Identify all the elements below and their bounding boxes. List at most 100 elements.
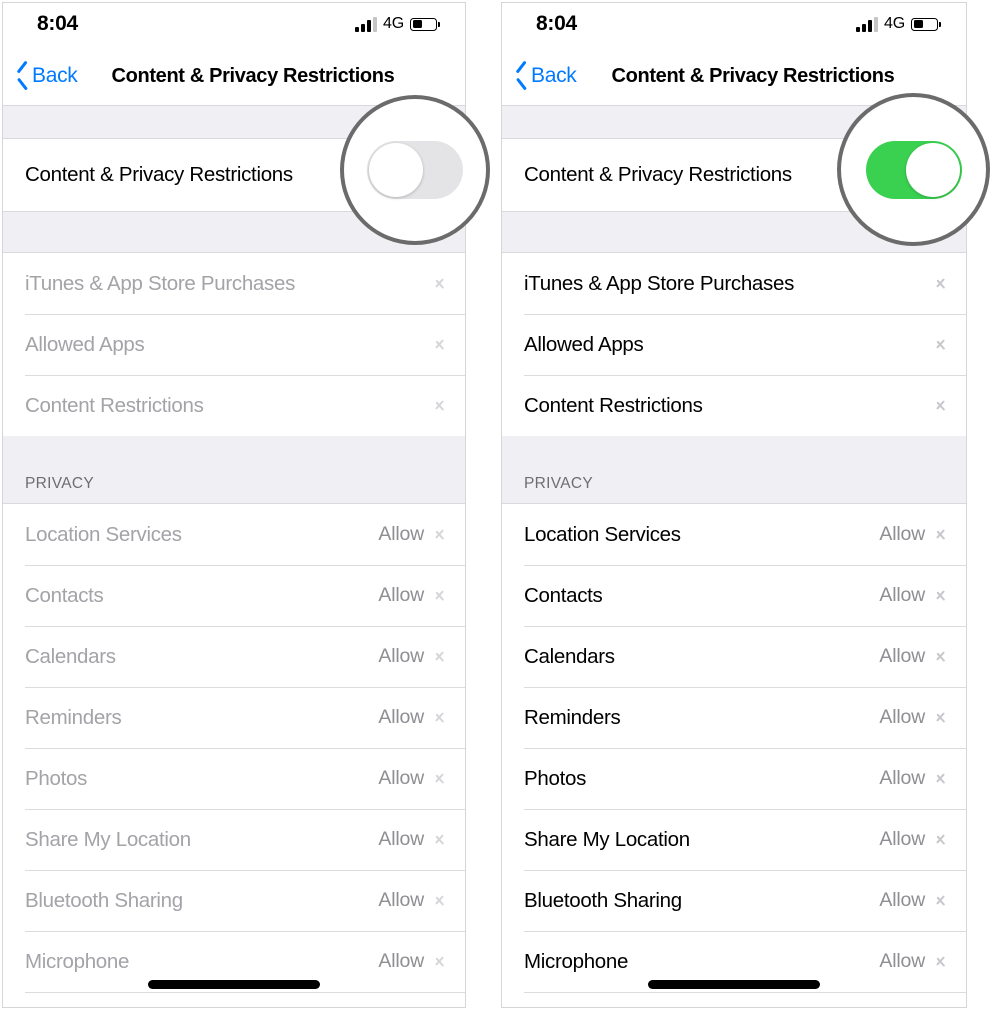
row-label: Content & Privacy Restrictions (25, 163, 293, 186)
magnified-toggle-on[interactable] (865, 140, 962, 199)
row-location-services[interactable]: Location Services Allow (3, 504, 465, 565)
row-reminders[interactable]: Reminders Allow (3, 687, 465, 748)
chevron-right-icon (937, 954, 946, 970)
status-indicators: 4G (856, 15, 941, 33)
row-content-restrictions[interactable]: Content Restrictions (502, 375, 966, 436)
row-label: Content Restrictions (25, 393, 204, 417)
row-value: Allow (378, 767, 424, 789)
row-reminders[interactable]: Reminders Allow (502, 687, 966, 748)
chevron-right-icon (436, 893, 445, 909)
row-label: Photos (524, 766, 587, 790)
row-label: Microphone (25, 949, 130, 973)
row-label: Bluetooth Sharing (524, 888, 682, 912)
row-location-services[interactable]: Location Services Allow (502, 504, 966, 565)
row-share-my-location[interactable]: Share My Location Allow (502, 809, 966, 870)
row-value: Allow (879, 889, 925, 911)
row-value: Allow (879, 950, 925, 972)
row-value: Allow (879, 767, 925, 789)
row-allowed-apps[interactable]: Allowed Apps (3, 314, 465, 375)
row-value: Allow (879, 584, 925, 606)
chevron-left-icon (516, 66, 528, 87)
row-label: iTunes & App Store Purchases (524, 271, 795, 295)
row-label: Bluetooth Sharing (25, 888, 183, 912)
row-value: Allow (378, 889, 424, 911)
row-value: Allow (378, 828, 424, 850)
row-value: Allow (378, 584, 424, 606)
chevron-right-icon (937, 893, 946, 909)
row-photos[interactable]: Photos Allow (3, 748, 465, 809)
back-button-label: Back (32, 64, 78, 87)
row-value: Allow (879, 523, 925, 545)
battery-icon (911, 17, 941, 31)
row-label: Contacts (25, 583, 104, 607)
row-itunes-app-store-purchases[interactable]: iTunes & App Store Purchases (3, 253, 465, 314)
chevron-right-icon (937, 649, 946, 665)
cellular-signal-icon (856, 16, 879, 32)
row-bluetooth-sharing[interactable]: Bluetooth Sharing Allow (502, 870, 966, 931)
chevron-right-icon (436, 954, 445, 970)
row-itunes-app-store-purchases[interactable]: iTunes & App Store Purchases (502, 253, 966, 314)
chevron-right-icon (436, 710, 445, 726)
row-label: Location Services (25, 522, 182, 546)
chevron-right-icon (937, 337, 946, 353)
chevron-right-icon (436, 398, 445, 414)
chevron-right-icon (937, 710, 946, 726)
chevron-right-icon (937, 588, 946, 604)
row-label: Content & Privacy Restrictions (524, 163, 792, 186)
chevron-right-icon (436, 588, 445, 604)
status-bar: 8:04 4G (3, 3, 465, 47)
status-time: 8:04 (37, 12, 78, 35)
magnified-toggle-off[interactable] (367, 141, 463, 199)
row-value: Allow (378, 523, 424, 545)
chevron-right-icon (937, 832, 946, 848)
chevron-right-icon (436, 276, 445, 292)
row-content-restrictions[interactable]: Content Restrictions (3, 375, 465, 436)
row-contacts[interactable]: Contacts Allow (502, 565, 966, 626)
chevron-right-icon (436, 337, 445, 353)
row-label: Reminders (524, 705, 621, 729)
row-value: Allow (378, 950, 424, 972)
row-label: iTunes & App Store Purchases (25, 271, 296, 295)
row-speech-recognition[interactable]: Speech Recognition Allow (502, 992, 966, 1007)
home-indicator (648, 980, 820, 989)
section-header-label: PRIVACY (25, 475, 94, 492)
chevron-right-icon (937, 398, 946, 414)
back-button-label: Back (531, 64, 577, 87)
row-contacts[interactable]: Contacts Allow (3, 565, 465, 626)
status-time: 8:04 (536, 12, 577, 35)
row-label: Allowed Apps (25, 332, 145, 356)
network-type-label: 4G (884, 15, 905, 32)
section-header-privacy: PRIVACY (3, 436, 465, 504)
row-label: Allowed Apps (524, 332, 644, 356)
back-button[interactable]: Back (17, 64, 78, 88)
status-indicators: 4G (355, 15, 440, 33)
row-photos[interactable]: Photos Allow (502, 748, 966, 809)
toggle-knob (905, 142, 960, 197)
cellular-signal-icon (355, 16, 378, 32)
chevron-right-icon (436, 649, 445, 665)
back-button[interactable]: Back (516, 64, 577, 88)
status-bar: 8:04 4G (502, 3, 966, 47)
row-value: Allow (879, 828, 925, 850)
row-speech-recognition[interactable]: Speech Recognition Allow (3, 992, 465, 1007)
row-value: Allow (879, 706, 925, 728)
row-label: Calendars (25, 644, 116, 668)
row-label: Share My Location (524, 827, 690, 851)
row-allowed-apps[interactable]: Allowed Apps (502, 314, 966, 375)
row-label: Contacts (524, 583, 603, 607)
home-indicator (148, 980, 320, 989)
comparison-screenshot: 8:04 4G Back Content & Privacy Restricti… (0, 0, 1000, 1010)
chevron-right-icon (937, 771, 946, 787)
row-calendars[interactable]: Calendars Allow (3, 626, 465, 687)
chevron-right-icon (436, 771, 445, 787)
chevron-right-icon (937, 527, 946, 543)
row-label: Microphone (524, 949, 629, 973)
row-value: Allow (378, 706, 424, 728)
row-calendars[interactable]: Calendars Allow (502, 626, 966, 687)
row-label: Content Restrictions (524, 393, 703, 417)
battery-icon (410, 17, 440, 31)
section-header-label: PRIVACY (524, 475, 593, 492)
row-share-my-location[interactable]: Share My Location Allow (3, 809, 465, 870)
chevron-left-icon (17, 66, 29, 87)
row-bluetooth-sharing[interactable]: Bluetooth Sharing Allow (3, 870, 465, 931)
